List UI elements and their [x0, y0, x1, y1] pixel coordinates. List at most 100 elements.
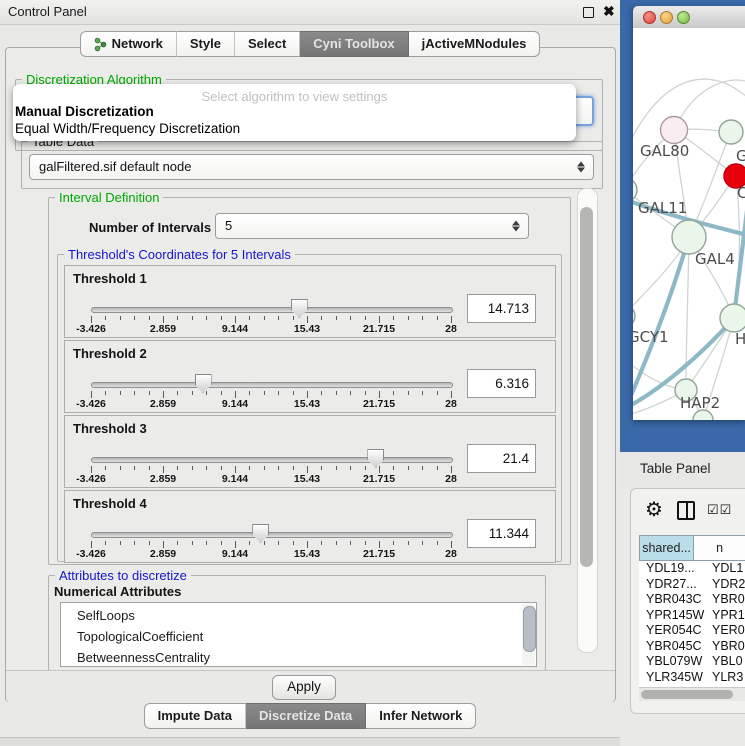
close-icon[interactable]: ✖ — [603, 3, 615, 20]
threshold-value-input[interactable]: 6.316 — [467, 369, 536, 398]
node-gal4[interactable] — [672, 220, 706, 254]
minimize-traffic-icon[interactable] — [660, 11, 673, 24]
label-cut-right-mid: C — [737, 184, 745, 202]
slider-track[interactable] — [91, 382, 453, 388]
threshold-value-input[interactable]: 14.713 — [467, 294, 536, 323]
node-attribute-table[interactable]: shared... n YDL19...YDL1YDR27...YDR2YBR0… — [639, 535, 745, 703]
table-hscrollbar-thumb[interactable] — [641, 690, 733, 699]
cell-name: YDR2 — [712, 577, 745, 593]
gear-icon[interactable]: ⚙ — [645, 497, 663, 522]
table-row[interactable]: YBL079WYBL0 — [639, 654, 745, 670]
threshold-value-input[interactable]: 11.344 — [467, 519, 536, 548]
scale-label: 21.715 — [363, 548, 395, 560]
threshold-slider[interactable]: -3.4262.8599.14415.4321.71528 — [91, 341, 451, 412]
algorithm-popup: Select algorithm to view settings Manual… — [13, 84, 576, 141]
table-row[interactable]: YPR145WYPR1 — [639, 608, 745, 624]
threshold-list: Threshold 1-3.4262.8599.14415.4321.71528… — [58, 265, 561, 565]
threshold-value-input[interactable]: 21.4 — [467, 444, 536, 473]
network-window-titlebar — [633, 6, 745, 29]
attributes-group-title: Attributes to discretize — [55, 568, 191, 583]
threshold-slider[interactable]: -3.4262.8599.14415.4321.71528 — [91, 491, 451, 562]
slider-track[interactable] — [91, 457, 453, 463]
checkbox-icons[interactable]: ☑☑ — [707, 502, 732, 518]
table-row[interactable]: YBR043CYBR0 — [639, 592, 745, 608]
scale-label: 28 — [445, 323, 457, 335]
scale-label: 2.859 — [150, 473, 176, 485]
slider-track[interactable] — [91, 307, 453, 313]
scale-label: -3.426 — [76, 323, 106, 335]
slider-scale: -3.4262.8599.14415.4321.71528 — [91, 548, 451, 560]
thresholds-group: Threshold's Coordinates for 5 Intervals … — [57, 254, 562, 562]
columns-icon[interactable] — [677, 501, 695, 520]
label-cut-right-low: H — [735, 330, 745, 348]
scale-label: 21.715 — [363, 473, 395, 485]
number-of-intervals-label: Number of Intervals — [89, 220, 211, 235]
tab-infer-network[interactable]: Infer Network — [366, 703, 476, 729]
attribute-item[interactable]: SelfLoops — [77, 605, 536, 626]
attribute-item[interactable]: BetweennessCentrality — [77, 647, 536, 667]
node-h[interactable] — [720, 304, 745, 332]
tab-discretize-data[interactable]: Discretize Data — [246, 703, 366, 729]
table-row[interactable]: YBR045CYBR0 — [639, 639, 745, 655]
scale-label: 2.859 — [150, 548, 176, 560]
slider-scale: -3.4262.8599.14415.4321.71528 — [91, 323, 451, 335]
slider-scale: -3.4262.8599.14415.4321.71528 — [91, 398, 451, 410]
network-canvas[interactable]: GAL80 GA C GAL11 GAL4 GCY1 H HAP2 — [633, 28, 745, 420]
numerical-attributes-label: Numerical Attributes — [54, 584, 181, 599]
list-scrollbar-thumb[interactable] — [523, 606, 536, 652]
tab-network[interactable]: Network — [80, 31, 177, 57]
table-data-selected-value: galFiltered.sif default node — [39, 155, 191, 179]
tab-jactivemnodules[interactable]: jActiveMNodules — [409, 31, 541, 57]
algorithm-option-equal-width-frequency[interactable]: Equal Width/Frequency Discretization — [15, 121, 240, 136]
interval-definition-group: Interval Definition Number of Intervals … — [48, 197, 571, 565]
numerical-attributes-list[interactable]: SelfLoopsTopologicalCoefficientBetweenne… — [60, 602, 537, 667]
network-window: GAL80 GA C GAL11 GAL4 GCY1 H HAP2 — [633, 6, 745, 420]
spinner-arrows-icon — [512, 221, 520, 232]
thresholds-group-title: Threshold's Coordinates for 5 Intervals — [64, 247, 295, 262]
algorithm-option-manual-discretization[interactable]: Manual Discretization — [15, 104, 154, 119]
tab-cyni-toolbox[interactable]: Cyni Toolbox — [300, 31, 408, 57]
threshold-slider[interactable]: -3.4262.8599.14415.4321.71528 — [91, 416, 451, 487]
attribute-item[interactable]: TopologicalCoefficient — [77, 626, 536, 647]
scale-label: 9.144 — [222, 398, 248, 410]
node-gcy1[interactable] — [633, 305, 635, 327]
panel-scrollbar[interactable] — [577, 188, 598, 653]
table-row[interactable]: YDL19...YDL1 — [639, 561, 745, 577]
zoom-traffic-icon[interactable] — [677, 11, 690, 24]
table-data-group: Table Data galFiltered.sif default node — [21, 141, 603, 189]
tab-select[interactable]: Select — [235, 31, 300, 57]
threshold-block-2: Threshold 2-3.4262.8599.14415.4321.71528… — [64, 340, 556, 413]
table-row[interactable]: YER054CYER0 — [639, 623, 745, 639]
cell-shared-name: YPR145W — [639, 608, 712, 624]
table-header-shared-name[interactable]: shared... — [639, 535, 694, 561]
apply-strip: Apply — [6, 670, 615, 702]
slider-track[interactable] — [91, 532, 453, 538]
scale-label: 21.715 — [363, 323, 395, 335]
table-data-combobox[interactable]: galFiltered.sif default node — [29, 154, 594, 180]
label-gcy1: GCY1 — [633, 328, 669, 346]
tab-impute-data[interactable]: Impute Data — [144, 703, 246, 729]
node-cut-top-right[interactable] — [719, 120, 743, 144]
number-of-intervals-combobox[interactable]: 5 — [215, 213, 529, 239]
table-hscrollbar[interactable] — [639, 687, 745, 701]
scale-label: 28 — [445, 398, 457, 410]
table-panel-window: ⚙ ☑☑ shared... n YDL19...YDL1YDR27...YDR… — [630, 488, 745, 714]
threshold-slider[interactable]: -3.4262.8599.14415.4321.71528 — [91, 266, 451, 337]
float-icon[interactable] — [583, 7, 594, 18]
tab-label: Select — [248, 32, 286, 56]
algorithm-popup-placeholder: Select algorithm to view settings — [13, 89, 576, 104]
list-scrollbar[interactable] — [522, 604, 535, 665]
label-cut-right-top: GA — [736, 147, 745, 165]
threshold-block-1: Threshold 1-3.4262.8599.14415.4321.71528… — [64, 265, 556, 338]
table-row[interactable]: YLR345WYLR3 — [639, 670, 745, 686]
scale-label: -3.426 — [76, 473, 106, 485]
table-row[interactable]: YDR27...YDR2 — [639, 577, 745, 593]
node-gal80[interactable] — [661, 117, 688, 144]
panel-scrollbar-thumb[interactable] — [580, 207, 593, 567]
close-traffic-icon[interactable] — [643, 11, 656, 24]
tab-style[interactable]: Style — [177, 31, 235, 57]
cell-name: YPR1 — [712, 608, 745, 624]
table-header-name[interactable]: n — [694, 535, 745, 561]
tab-label: Impute Data — [158, 704, 232, 728]
apply-button[interactable]: Apply — [272, 675, 336, 700]
